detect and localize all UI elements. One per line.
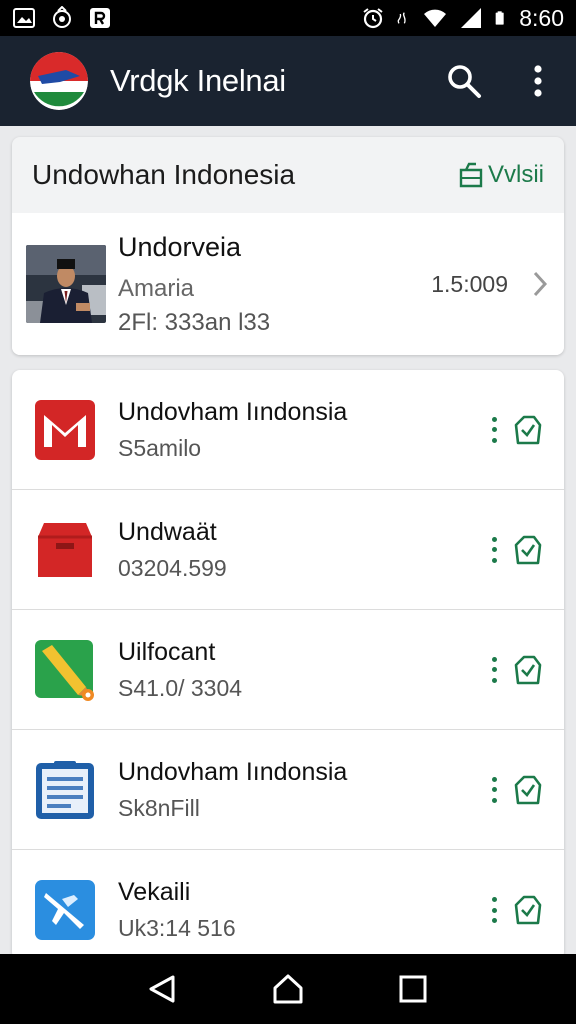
item-menu-button[interactable]: [490, 536, 498, 563]
inbox-icon: [38, 522, 92, 577]
settings-icon: [397, 12, 406, 24]
item-menu-button[interactable]: [490, 416, 498, 443]
view-all-link[interactable]: Vvlsii: [458, 161, 544, 189]
r-icon: [90, 8, 110, 28]
featured-subtitle: Amaria: [118, 274, 195, 302]
list-item-title: Undovham Iındonsia: [118, 397, 348, 426]
back-button[interactable]: [138, 964, 188, 1014]
status-time: 8:60: [519, 4, 564, 31]
list-item-title: Vekaili: [118, 878, 191, 906]
search-button[interactable]: [444, 61, 484, 101]
mail-icon: [35, 399, 95, 460]
tag-icon[interactable]: [510, 533, 544, 567]
battery-icon: [495, 11, 504, 25]
list-item-subtitle: S5amilo: [118, 434, 202, 461]
featured-value: 1.5:009: [431, 270, 508, 297]
tag-icon[interactable]: [510, 773, 544, 807]
tag-icon[interactable]: [510, 653, 544, 687]
item-menu-button[interactable]: [490, 776, 498, 803]
bag-icon: [459, 162, 483, 188]
recents-button[interactable]: [388, 964, 438, 1014]
back-icon: [149, 975, 175, 1003]
recents-icon: [399, 975, 427, 1003]
list-item[interactable]: Vekaili Uk3:14 516: [12, 850, 564, 960]
home-icon: [273, 974, 303, 1004]
list-item-title: Undovham Iındonsia: [118, 757, 348, 786]
app-list: Undovham Iındonsia S5amilo Undwaät 03204…: [12, 370, 564, 960]
tag-icon[interactable]: [510, 413, 544, 447]
tag-icon[interactable]: [510, 893, 544, 927]
chevron-right-icon: [533, 271, 548, 297]
list-item-title: Undwaät: [118, 517, 217, 546]
featured-photo: [26, 245, 106, 323]
document-icon: [36, 760, 94, 819]
header-card: Undowhan Indonesia Vvlsii Undorveia Amar: [12, 137, 564, 355]
app-icon: [53, 6, 71, 28]
featured-meta: 2Fl: 333an l33: [118, 308, 271, 336]
featured-name: Undorveia: [118, 231, 242, 262]
list-item-title: Uilfocant: [118, 637, 216, 666]
list-item[interactable]: Undovham Iındonsia Sk8nFill: [12, 730, 564, 850]
plane-icon: [35, 880, 95, 940]
app-title: Vrdgk Inelnai: [110, 63, 286, 98]
search-icon: [448, 65, 481, 98]
image-icon: [13, 8, 35, 28]
list-item[interactable]: Undwaät 03204.599: [12, 490, 564, 610]
list-item-subtitle: S41.0/ 3304: [118, 674, 243, 701]
more-vert-icon: [534, 65, 542, 97]
pencil-icon: [35, 639, 94, 701]
status-bar: 8:60: [0, 0, 576, 36]
list-item[interactable]: Undovham Iındonsia S5amilo: [12, 370, 564, 490]
home-button[interactable]: [263, 964, 313, 1014]
app-bar: Vrdgk Inelnai: [0, 36, 576, 126]
section-title: Undowhan Indonesia: [32, 159, 296, 190]
list-item-subtitle: Uk3:14 516: [118, 915, 236, 941]
featured-item[interactable]: Undorveia Amaria 2Fl: 333an l33 1.5:009: [12, 213, 564, 355]
wifi-icon: [424, 9, 447, 27]
system-nav-bar: [0, 954, 576, 1024]
list-item[interactable]: Uilfocant S41.0/ 3304: [12, 610, 564, 730]
overflow-menu-button[interactable]: [518, 61, 558, 101]
list-item-subtitle: 03204.599: [118, 554, 227, 581]
item-menu-button[interactable]: [490, 656, 498, 683]
app-logo[interactable]: [30, 52, 88, 110]
view-all-label: Vvlsii: [487, 161, 544, 188]
alarm-icon: [363, 8, 383, 29]
list-item-subtitle: Sk8nFill: [118, 794, 200, 821]
item-menu-button[interactable]: [490, 897, 498, 923]
signal-icon: [461, 8, 482, 28]
